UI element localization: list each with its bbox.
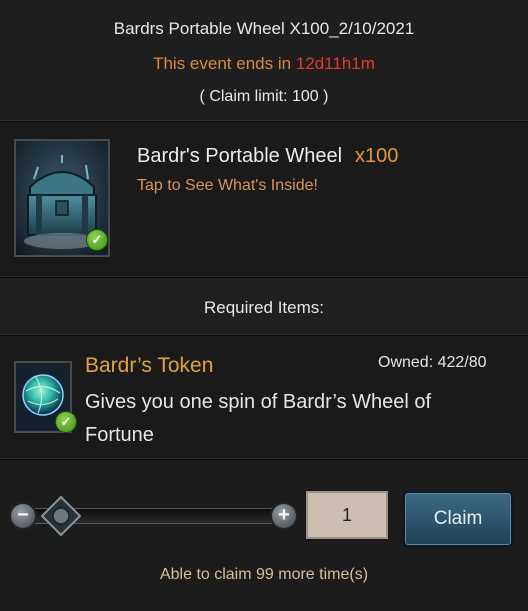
reward-hint[interactable]: Tap to See What's Inside!	[137, 177, 318, 195]
reward-name: Bardr's Portable Wheel	[137, 145, 343, 167]
claim-limit: ( Claim limit: 100 )	[199, 88, 329, 105]
token-name: Bardr’s Token	[85, 354, 214, 377]
reward-check-icon: ✓	[86, 229, 108, 251]
reward-quantity: x100	[355, 145, 399, 167]
event-timer: This event ends in 12d11h1m	[0, 54, 528, 74]
increase-quantity-button[interactable]: +	[270, 502, 298, 530]
claim-button[interactable]: Claim	[402, 490, 514, 548]
claim-remaining-note: Able to claim 99 more time(s)	[159, 566, 369, 583]
event-timer-label: This event ends in	[153, 54, 296, 73]
required-items-label: Required Items:	[204, 298, 324, 317]
quantity-field[interactable]: 1	[306, 491, 388, 539]
quantity-slider-handle[interactable]	[40, 495, 82, 537]
event-title: Bardrs Portable Wheel X100_2/10/2021	[113, 19, 415, 38]
event-countdown: 12d11h1m	[295, 54, 375, 73]
slider-handle-icon	[40, 495, 82, 537]
token-owned-count: Owned: 422/80	[378, 354, 487, 371]
decrease-quantity-button[interactable]: −	[9, 502, 37, 530]
event-panel: Bardrs Portable Wheel X100_2/10/2021 Thi…	[0, 0, 528, 611]
token-check-icon: ✓	[55, 411, 77, 433]
token-description: Gives you one spin of Bardr’s Wheel of F…	[85, 391, 432, 446]
